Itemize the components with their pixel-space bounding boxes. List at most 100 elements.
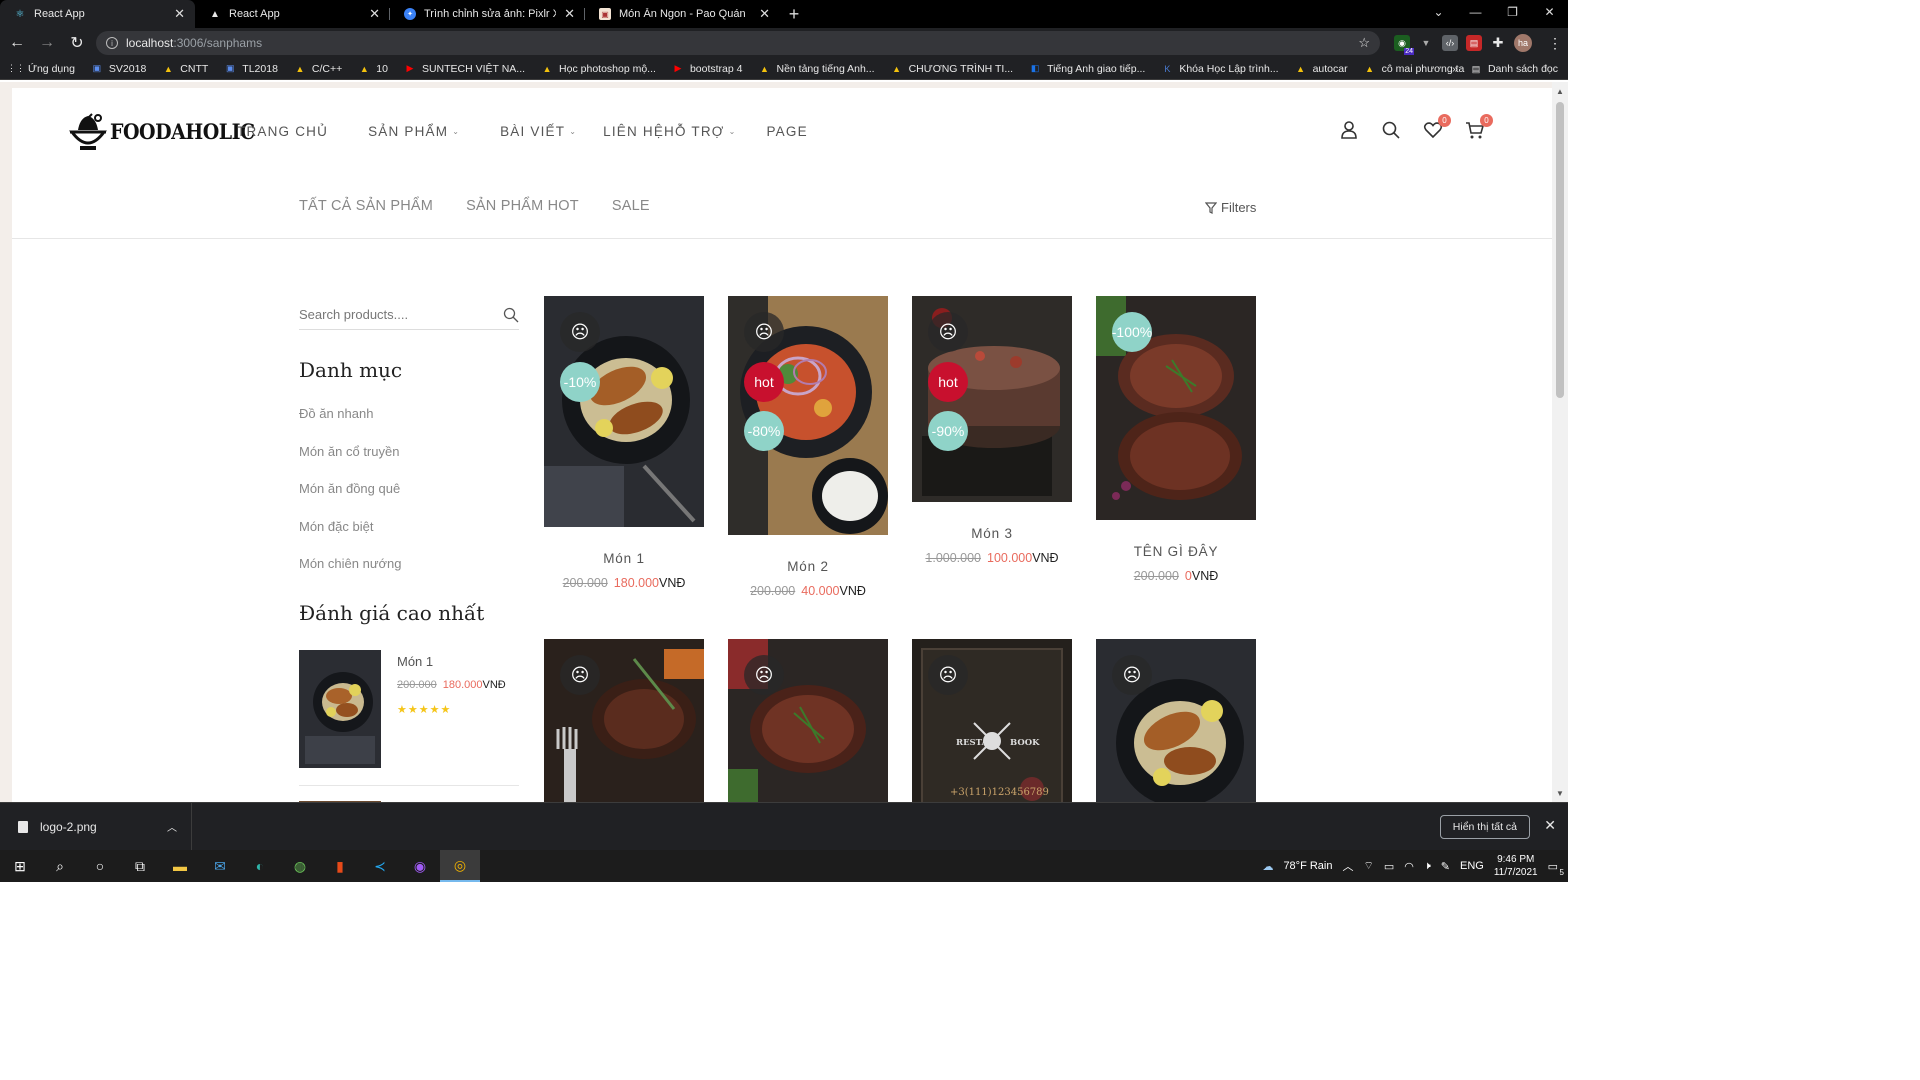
bookmark-star-icon[interactable]: ☆: [1358, 35, 1370, 51]
forward-button[interactable]: →: [34, 30, 60, 56]
browser-tab[interactable]: ⚛ React App ✕: [0, 0, 195, 28]
bookmark-item[interactable]: ▲ C/C++: [294, 63, 342, 75]
sad-face-icon[interactable]: ☹: [1112, 655, 1152, 695]
top-rated-name[interactable]: Món 1: [397, 654, 506, 669]
product-card[interactable]: ☹ hot -90% Món 3 1.000.000 100.000VNĐ: [912, 296, 1072, 565]
profile-avatar[interactable]: ha: [1514, 34, 1532, 52]
language-indicator[interactable]: ENG: [1460, 860, 1484, 872]
new-tab-button[interactable]: +: [780, 0, 808, 28]
product-name[interactable]: Món 3: [912, 526, 1072, 541]
app-green-icon[interactable]: ◍: [280, 850, 320, 882]
notifications-icon[interactable]: ▭ 5: [1548, 860, 1564, 877]
nav-item-posts[interactable]: BÀI VIẾT ⌄: [500, 124, 577, 139]
product-image[interactable]: -100%: [1096, 296, 1256, 520]
minimize-button[interactable]: —: [1457, 0, 1494, 24]
product-image[interactable]: ☹ hot -80%: [728, 296, 888, 535]
puzzle-extensions-icon[interactable]: ✚: [1490, 35, 1506, 51]
sad-face-icon[interactable]: ☹: [560, 655, 600, 695]
show-all-downloads-button[interactable]: Hiển thị tất cả: [1439, 815, 1530, 839]
browser-tab[interactable]: ▣ Món Ăn Ngon - Pao Quán ✕: [585, 0, 780, 28]
filters-button[interactable]: Filters: [1205, 200, 1256, 215]
weather-icon[interactable]: ☁: [1262, 860, 1273, 873]
bookmark-item[interactable]: ⋮⋮ Ứng dụng: [7, 63, 75, 75]
bookmark-item[interactable]: ▲ 10: [358, 63, 388, 75]
extension-badge-icon[interactable]: ◉ 24: [1394, 35, 1414, 55]
scroll-up-arrow-icon[interactable]: ▲: [1552, 84, 1568, 98]
close-icon[interactable]: ✕: [369, 6, 380, 22]
wifi-icon[interactable]: ◠: [1404, 860, 1414, 873]
office-icon[interactable]: ▮: [320, 850, 360, 882]
devtools-extension-icon[interactable]: ‹/›: [1442, 35, 1458, 51]
product-card[interactable]: ☹: [728, 639, 888, 802]
volume-icon[interactable]: 🕨: [1424, 860, 1431, 873]
close-icon[interactable]: ✕: [174, 6, 185, 22]
category-item[interactable]: Món đặc biệt: [299, 519, 402, 557]
tab-hot-products[interactable]: SẢN PHẨM HOT: [466, 198, 579, 214]
close-icon[interactable]: ✕: [759, 6, 770, 22]
tab-search-icon[interactable]: ⌄: [1420, 0, 1457, 24]
more-bookmarks-button[interactable]: »: [1452, 63, 1458, 75]
sad-face-icon[interactable]: ☹: [560, 312, 600, 352]
search-icon[interactable]: [503, 307, 519, 323]
sad-face-icon[interactable]: ☹: [928, 655, 968, 695]
product-card[interactable]: ☹: [544, 639, 704, 802]
product-card[interactable]: ☹ RESTA BOOK +3(111)123456789: [912, 639, 1072, 802]
clock[interactable]: 9:46 PM 11/7/2021: [1494, 853, 1538, 879]
search-icon[interactable]: [1381, 120, 1401, 140]
product-name[interactable]: Món 2: [728, 559, 888, 574]
download-item[interactable]: logo-2.png ︿: [0, 802, 192, 851]
tab-all-products[interactable]: TẤT CẢ SẢN PHẨM: [299, 198, 433, 214]
vscode-icon[interactable]: ≺: [360, 850, 400, 882]
bookmark-item[interactable]: ▲ CNTT: [162, 63, 208, 75]
page-scrollbar[interactable]: ▲ ▼: [1552, 82, 1568, 802]
network-icon[interactable]: ⌔: [1363, 859, 1373, 873]
sad-face-icon[interactable]: ☹: [744, 655, 784, 695]
back-button[interactable]: ←: [4, 30, 30, 56]
product-image[interactable]: ☹: [1096, 639, 1256, 802]
chevron-up-icon[interactable]: ︿: [1342, 858, 1353, 874]
category-item[interactable]: Đồ ăn nhanh: [299, 406, 402, 444]
close-icon[interactable]: ✕: [1544, 817, 1556, 834]
product-card[interactable]: ☹ -10% Món 1 200.000 180.000VNĐ: [544, 296, 704, 590]
bookmark-item[interactable]: ◧ Tiếng Anh giao tiếp...: [1029, 63, 1146, 75]
messenger-icon[interactable]: ◉: [400, 850, 440, 882]
cart-icon[interactable]: 0: [1465, 114, 1493, 140]
weather-text[interactable]: 78°F Rain: [1283, 860, 1332, 872]
product-image[interactable]: ☹: [728, 639, 888, 802]
category-item[interactable]: Món chiên nướng: [299, 556, 402, 594]
bookmark-item[interactable]: ▶ SUNTECH VIỆT NA...: [404, 63, 526, 75]
user-icon[interactable]: [1339, 120, 1359, 140]
top-rated-item[interactable]: Món 1 200.000 180.000VNĐ ★★★★★: [299, 650, 519, 768]
product-card[interactable]: ☹: [1096, 639, 1256, 802]
chevron-up-icon[interactable]: ︿: [167, 819, 177, 834]
address-bar[interactable]: i localhost:3006/sanphams ☆: [96, 31, 1380, 55]
product-name[interactable]: TÊN GÌ ĐÂY: [1096, 544, 1256, 559]
bookmark-item[interactable]: ▲ autocar: [1295, 63, 1348, 75]
bookmark-item[interactable]: ▣ TL2018: [224, 63, 278, 75]
product-card[interactable]: -100% TÊN GÌ ĐÂY 200.000 0VNĐ: [1096, 296, 1256, 583]
mail-icon[interactable]: ✉: [200, 850, 240, 882]
browser-tab[interactable]: ✦ Trình chỉnh sửa ảnh: Pixlr X - chỉn ✕: [390, 0, 585, 28]
search-icon[interactable]: ⌕: [40, 850, 80, 882]
cortana-icon[interactable]: ○: [80, 850, 120, 882]
bookmark-item[interactable]: K Khóa Học Lập trình...: [1161, 63, 1278, 75]
category-item[interactable]: Món ăn đồng quê: [299, 481, 402, 519]
bookmark-item[interactable]: ▲ Nền tảng tiếng Anh...: [758, 63, 875, 75]
red-extension-icon[interactable]: ▤: [1466, 35, 1482, 51]
chrome-icon[interactable]: ◎: [440, 850, 480, 882]
bookmark-item[interactable]: ▲ CHƯƠNG TRÌNH TI...: [891, 63, 1013, 75]
scroll-down-arrow-icon[interactable]: ▼: [1552, 786, 1568, 800]
file-explorer-icon[interactable]: ▬: [160, 850, 200, 882]
product-thumbnail[interactable]: [299, 650, 381, 768]
task-view-icon[interactable]: ⧉: [120, 850, 160, 882]
scrollbar-thumb[interactable]: [1556, 102, 1564, 398]
wishlist-heart-icon[interactable]: 0: [1423, 114, 1451, 140]
close-window-button[interactable]: ✕: [1531, 0, 1568, 24]
restore-button[interactable]: ❐: [1494, 0, 1531, 24]
product-image[interactable]: ☹: [544, 639, 704, 802]
nav-item-page[interactable]: PAGE: [766, 124, 807, 139]
chrome-menu-icon[interactable]: ⋮: [1548, 35, 1562, 52]
product-image[interactable]: ☹ RESTA BOOK +3(111)123456789: [912, 639, 1072, 802]
reload-button[interactable]: ↻: [64, 30, 90, 56]
product-image[interactable]: ☹ -10%: [544, 296, 704, 527]
